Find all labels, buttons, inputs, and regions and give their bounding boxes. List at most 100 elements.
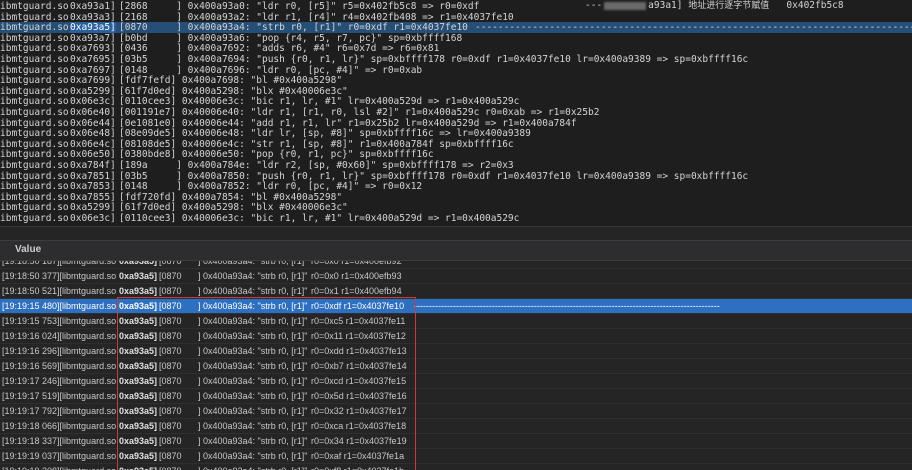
trace-line[interactable]: ibmtguard.so 0x06e3c] [0110cee3] 0x40006e3… bbox=[0, 213, 912, 224]
trace-line[interactable]: ibmtguard.so 0x06e44] [0e1081e0] 0x40006e4… bbox=[0, 118, 912, 129]
log-bytecode: [0870 bbox=[159, 286, 182, 296]
trace-instruction: [fdf720fd] 0x400a7854: "bl #0x400a5298" bbox=[119, 191, 343, 203]
log-bytecode: [0870 bbox=[159, 436, 182, 446]
trace-address: 0xa7695] bbox=[70, 54, 116, 65]
column-header-label: Value bbox=[15, 244, 42, 255]
trace-line[interactable]: ibmtguard.so 0x06e4c] [08108de5] 0x40006e4… bbox=[0, 139, 912, 150]
log-address: 0xa93a5] bbox=[119, 271, 158, 281]
log-address: 0xa93a5] bbox=[119, 421, 158, 431]
log-row[interactable]: [19:19:18 337][libmtguard.so 0xa93a5] [087… bbox=[0, 434, 912, 449]
trace-address: 0xa93a7] bbox=[70, 32, 116, 44]
trace-module: ibmtguard.so bbox=[0, 117, 69, 129]
log-instruction: ] 0x400a93a4: "strb r0, [r1]" bbox=[198, 464, 307, 470]
trace-module: ibmtguard.so bbox=[0, 11, 69, 23]
trace-line[interactable]: ibmtguard.so 0xa7851] [03b5 ] 0x400a7850: … bbox=[0, 171, 912, 182]
trace-instruction: [03b5 ] 0x400a7850: "push {r0, r1, lr}" … bbox=[119, 170, 749, 182]
log-bytecode: [0870 bbox=[159, 391, 182, 401]
trace-instruction: [0436 ] 0x400a7692: "adds r6, #4" r6=0x7… bbox=[119, 43, 440, 55]
log-row[interactable]: [19:19:18 066][libmtguard.so 0xa93a5] [087… bbox=[0, 419, 912, 434]
trace-line[interactable]: ibmtguard.so 0x06e40] [001191e7] 0x40006e4… bbox=[0, 107, 912, 118]
log-instruction: ] 0x400a93a4: "strb r0, [r1]" bbox=[198, 451, 308, 461]
log-row[interactable]: [19:18:50 187][libmtguard.so 0xa93a5] [087… bbox=[0, 261, 912, 269]
log-instruction: ] 0x400a93a4: "strb r0, [r1]" bbox=[198, 301, 308, 311]
log-row[interactable]: [19:19:16 024][libmtguard.so 0xa93a5] [087… bbox=[0, 329, 912, 344]
log-row[interactable]: [19:19:15 753][libmtguard.so 0xa93a5] [087… bbox=[0, 314, 912, 329]
log-row[interactable]: [19:19:16 569][libmtguard.so 0xa93a5] [087… bbox=[0, 359, 912, 374]
log-address: 0xa93a5] bbox=[119, 391, 158, 401]
log-address: 0xa93a5] bbox=[119, 331, 158, 341]
trace-line[interactable]: ibmtguard.so 0xa7697] [0148 ] 0x400a7696: … bbox=[0, 65, 912, 76]
trace-line[interactable]: ibmtguard.so 0xa7693] [0436 ] 0x400a7692: … bbox=[0, 43, 912, 54]
trace-line[interactable]: ibmtguard.so 0xa7695] [03b5 ] 0x400a7694: … bbox=[0, 54, 912, 65]
trace-line[interactable]: ibmtguard.so 0x06e50] [0380bde8] 0x40006e5… bbox=[0, 149, 912, 160]
log-list[interactable]: [19:18:50 187][libmtguard.so 0xa93a5] [087… bbox=[0, 261, 912, 470]
log-row[interactable]: [19:19:16 296][libmtguard.so 0xa93a5] [087… bbox=[0, 344, 912, 359]
log-address: 0xa93a5] bbox=[119, 286, 158, 296]
trace-module: ibmtguard.so bbox=[0, 64, 69, 76]
log-row[interactable]: [19:19:17 246][libmtguard.so 0xa93a5] [087… bbox=[0, 374, 912, 389]
trace-pane[interactable]: ibmtguard.so 0xa93a1] [2868 ] 0x400a93a0: … bbox=[0, 0, 912, 226]
trace-instruction: [001191e7] 0x40006e40: "ldr r1, [r1, r0,… bbox=[119, 107, 600, 118]
column-header-value[interactable]: Value bbox=[0, 240, 912, 261]
trace-module: ibmtguard.so bbox=[0, 1, 69, 12]
log-bytecode: [0870 bbox=[159, 301, 182, 311]
trace-instruction: [0110cee3] 0x40006e3c: "bic r1, lr, #1" … bbox=[119, 213, 520, 224]
log-address: 0xa93a5] bbox=[119, 451, 158, 461]
trace-line[interactable]: ibmtguard.so 0xa7699] [fdf7fefd] 0x400a769… bbox=[0, 75, 912, 86]
trace-instruction: [189a ] 0x400a784e: "ldr r2, [sp, #0x60]… bbox=[119, 160, 514, 171]
trace-line[interactable]: ibmtguard.so 0xa784f] [189a ] 0x400a784e: … bbox=[0, 160, 912, 171]
log-row[interactable]: [19:19:15 480][libmtguard.so 0xa93a5] [087… bbox=[0, 299, 912, 314]
log-bytecode: [0870 bbox=[159, 421, 182, 431]
trace-address: 0xa93a5] bbox=[70, 22, 116, 34]
trace-instruction: [0870 ] 0x400a93a4: "strb r0, [r1]" r0=0… bbox=[119, 22, 468, 34]
trace-instruction: [03b5 ] 0x400a7694: "push {r0, r1, lr}" … bbox=[119, 54, 749, 65]
log-registers: r0=0x5d r1=0x4037fe16 bbox=[311, 391, 407, 401]
log-registers: r0=0x0 r1=0x400efb93 bbox=[311, 271, 402, 281]
trace-address: 0xa5299] bbox=[70, 202, 116, 214]
log-registers: r0=0xca r1=0x4037fe18 bbox=[311, 421, 407, 431]
log-row[interactable]: [19:19:17 519][libmtguard.so 0xa93a5] [087… bbox=[0, 389, 912, 404]
trace-module: ibmtguard.so bbox=[0, 138, 69, 150]
log-timestamp: [19:19:17 792][libmtguard.so bbox=[2, 406, 117, 416]
trace-address: 0x06e3c] bbox=[70, 96, 116, 108]
trace-line[interactable]: ibmtguard.so 0x06e3c] [0110cee3] 0x40006e3… bbox=[0, 96, 912, 107]
log-timestamp: [19:19:17 519][libmtguard.so bbox=[2, 391, 117, 401]
pane-splitter[interactable] bbox=[0, 226, 912, 241]
trace-line[interactable]: ibmtguard.so 0xa7855] [fdf720fd] 0x400a785… bbox=[0, 192, 912, 203]
trace-annotation: --- a93a1] 地址进行逐字节赋值 0x402fb5c8 bbox=[585, 0, 844, 12]
trace-instruction: [61f7d0ed] 0x400a5298: "blx #0x40006e3c" bbox=[119, 202, 348, 214]
log-row[interactable]: [19:19:17 792][libmtguard.so 0xa93a5] [087… bbox=[0, 404, 912, 419]
redacted-block bbox=[604, 1, 647, 10]
trace-line[interactable]: ibmtguard.so 0xa5299] [61f7d0ed] 0x400a529… bbox=[0, 86, 912, 97]
trace-module: ibmtguard.so bbox=[0, 22, 69, 34]
log-instruction: ] 0x400a93a4: "strb r0, [r1]" bbox=[198, 436, 308, 446]
log-address: 0xa93a5] bbox=[119, 316, 158, 326]
log-instruction: ] 0x400a93a4: "strb r0, [r1]" bbox=[198, 406, 308, 416]
trace-line[interactable]: ibmtguard.so 0xa93a3] [2168 ] 0x400a93a2: … bbox=[0, 12, 912, 23]
log-instruction: ] 0x400a93a4: "strb r0, [r1]" bbox=[198, 421, 308, 431]
trace-address: 0xa93a1] bbox=[70, 1, 116, 12]
log-row[interactable]: [19:19:19 037][libmtguard.so 0xa93a5] [087… bbox=[0, 449, 912, 464]
log-bytecode: [0870 bbox=[159, 361, 182, 371]
log-timestamp: [19:19:16 024][libmtguard.so bbox=[2, 331, 117, 341]
trace-line[interactable]: ibmtguard.so 0x06e48] [08e09de5] 0x40006e4… bbox=[0, 128, 912, 139]
log-timestamp: [19:18:50 521][libmtguard.so bbox=[2, 286, 117, 296]
trace-line[interactable]: ibmtguard.so 0xa5299] [61f7d0ed] 0x400a529… bbox=[0, 202, 912, 213]
log-row[interactable]: [19:19:19 308][libmtguard.so0xa93a5][087… bbox=[0, 464, 912, 470]
trace-line[interactable]: ibmtguard.so 0xa7853] [0148 ] 0x400a7852: … bbox=[0, 181, 912, 192]
log-timestamp: [19:19:15 480][libmtguard.so bbox=[2, 301, 117, 311]
trace-module: ibmtguard.so bbox=[0, 160, 69, 171]
trace-module: ibmtguard.so bbox=[0, 54, 69, 65]
log-bytecode: [0870 bbox=[159, 451, 182, 461]
trace-address: 0x06e48] bbox=[70, 128, 116, 140]
trace-instruction: [08e09de5] 0x40006e48: "ldr lr, [sp, #8]… bbox=[119, 128, 531, 140]
trace-address: 0x06e50] bbox=[70, 149, 116, 161]
trace-line[interactable]: ibmtguard.so 0xa93a7] [b0bd ] 0x400a93a6: … bbox=[0, 33, 912, 44]
log-bytecode: [0870 bbox=[159, 464, 182, 470]
log-bytecode: [0870 bbox=[159, 346, 182, 356]
log-row[interactable]: [19:18:50 377][libmtguard.so 0xa93a5] [087… bbox=[0, 269, 912, 284]
trace-address: 0xa7851] bbox=[70, 170, 116, 182]
log-row[interactable]: [19:18:50 521][libmtguard.so 0xa93a5] [087… bbox=[0, 284, 912, 299]
trace-line[interactable]: ibmtguard.so 0xa93a5] [0870 ] 0x400a93a4: … bbox=[0, 22, 912, 34]
log-bytecode: [0870 bbox=[159, 331, 182, 341]
